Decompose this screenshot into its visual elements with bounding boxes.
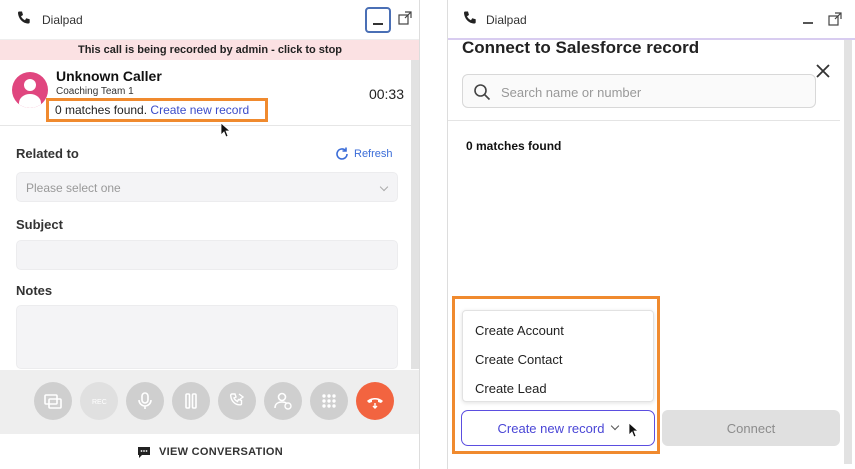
close-icon[interactable] — [814, 62, 832, 80]
keypad-button[interactable]: REC — [80, 382, 118, 420]
screenshot-root: Dialpad This call is being recorded by a… — [0, 0, 855, 469]
app-title: Dialpad — [42, 13, 83, 27]
keypad-icon: REC — [92, 399, 107, 406]
minimize-button[interactable] — [803, 22, 813, 24]
view-conversation-button[interactable]: VIEW CONVERSATION — [0, 434, 419, 469]
subject-label: Subject — [16, 217, 63, 232]
refresh-button[interactable]: Refresh — [334, 146, 393, 162]
call-timer: 00:33 — [368, 86, 404, 102]
caller-team: Coaching Team 1 — [56, 86, 134, 97]
svg-text:REC: REC — [92, 399, 107, 406]
search-input[interactable] — [501, 81, 801, 103]
popout-icon[interactable] — [828, 12, 842, 26]
create-lead-option[interactable]: Create Lead — [475, 381, 547, 396]
mute-button[interactable] — [126, 382, 164, 420]
chevron-down-icon — [611, 421, 620, 431]
chevron-down-icon — [379, 182, 389, 192]
hold-button[interactable] — [172, 382, 210, 420]
end-call-icon — [367, 398, 383, 409]
forward-call-icon — [229, 393, 245, 406]
phone-icon — [464, 11, 476, 24]
dialpad-grid-button[interactable] — [310, 382, 348, 420]
related-to-label: Related to — [16, 146, 79, 161]
add-person-button[interactable] — [264, 382, 302, 420]
create-record-dropdown: Create Account Create Contact Create Lea… — [462, 310, 654, 402]
minimize-button[interactable] — [365, 7, 391, 33]
mouse-cursor-icon — [220, 122, 232, 138]
avatar — [12, 72, 48, 108]
create-contact-option[interactable]: Create Contact — [475, 352, 562, 367]
create-new-record-link[interactable]: Create new record — [150, 103, 249, 117]
titlebar: Dialpad — [448, 0, 855, 40]
salesforce-connect-panel: Dialpad Connect to Salesforce record 0 m… — [447, 0, 855, 469]
view-conversation-label: VIEW CONVERSATION — [158, 445, 284, 458]
transfer-screen-icon — [44, 394, 62, 409]
titlebar: Dialpad — [0, 0, 419, 40]
hold-icon — [185, 393, 197, 409]
create-new-record-button[interactable]: Create new record — [461, 410, 655, 446]
refresh-icon — [336, 147, 348, 160]
subject-input[interactable] — [16, 240, 398, 270]
divider — [448, 120, 840, 121]
transfer-screen-button[interactable] — [34, 382, 72, 420]
scrollbar[interactable] — [844, 40, 852, 464]
forward-call-button[interactable] — [218, 382, 256, 420]
mouse-cursor-icon — [628, 422, 640, 438]
notes-label: Notes — [16, 283, 53, 298]
app-title: Dialpad — [486, 13, 527, 27]
related-to-select[interactable]: Please select one — [16, 172, 398, 202]
chat-bubble-icon — [137, 446, 150, 458]
phone-icon — [18, 11, 30, 24]
caller-name: Unknown Caller — [56, 68, 162, 84]
mute-icon — [138, 392, 152, 409]
search-field[interactable] — [462, 74, 816, 108]
search-icon — [474, 84, 491, 101]
matches-text: 0 matches found. — [55, 103, 148, 117]
related-to-placeholder: Please select one — [26, 181, 121, 195]
notes-textarea[interactable] — [16, 305, 398, 369]
dialpad-grid-icon — [322, 394, 336, 408]
matches-text: 0 matches found — [466, 139, 562, 153]
scrollbar[interactable] — [411, 60, 419, 369]
call-controls-bar: REC — [0, 370, 419, 434]
connect-button[interactable]: Connect — [662, 410, 840, 446]
modal-title: Connect to Salesforce record — [462, 38, 700, 57]
popout-icon[interactable] — [398, 11, 412, 25]
refresh-label: Refresh — [354, 148, 393, 160]
create-new-record-label: Create new record — [497, 420, 605, 436]
create-account-option[interactable]: Create Account — [475, 323, 564, 338]
dialpad-call-panel: Dialpad This call is being recorded by a… — [0, 0, 420, 469]
end-call-button[interactable] — [356, 382, 394, 420]
recording-banner[interactable]: This call is being recorded by admin - c… — [0, 40, 419, 60]
caller-card: Unknown Caller Coaching Team 1 0 matches… — [0, 60, 419, 126]
add-person-icon — [274, 392, 292, 410]
matches-highlight-box: 0 matches found. Create new record — [46, 98, 268, 122]
